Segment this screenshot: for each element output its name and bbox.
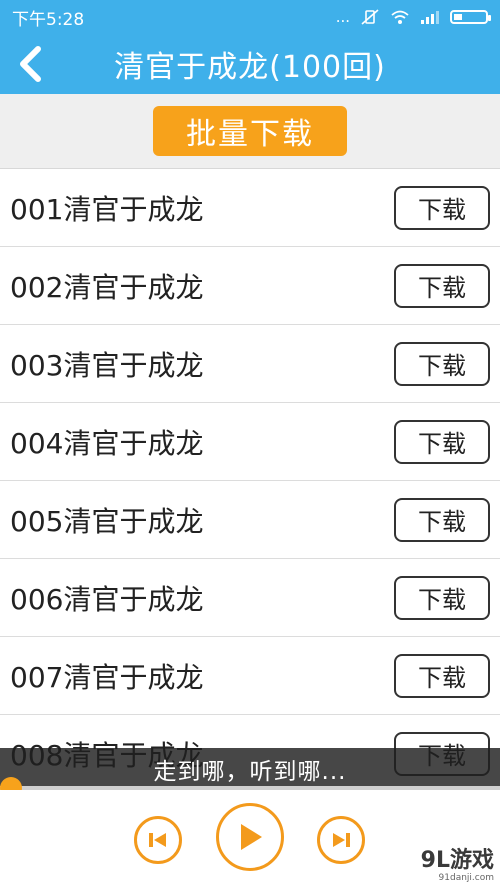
download-button[interactable]: 下载 bbox=[394, 653, 490, 698]
play-button[interactable] bbox=[216, 803, 284, 871]
play-icon bbox=[241, 824, 262, 850]
list-item[interactable]: 003清官于成龙 下载 bbox=[0, 325, 500, 403]
download-button[interactable]: 下载 bbox=[394, 341, 490, 386]
more-dots: ... bbox=[335, 8, 350, 26]
list-item[interactable]: 004清官于成龙 下载 bbox=[0, 403, 500, 481]
batch-download-bar: 批量下载 bbox=[0, 94, 500, 169]
next-button[interactable] bbox=[317, 816, 365, 864]
battery-icon bbox=[450, 10, 491, 24]
skip-next-icon bbox=[333, 833, 350, 847]
episode-list: 001清官于成龙 下载 002清官于成龙 下载 003清官于成龙 下载 004清… bbox=[0, 169, 500, 793]
page-title: 清官于成龙(100回) bbox=[114, 50, 386, 85]
back-button[interactable] bbox=[0, 34, 60, 94]
list-item[interactable]: 002清官于成龙 下载 bbox=[0, 247, 500, 325]
episode-title: 004清官于成龙 bbox=[10, 426, 204, 460]
download-button[interactable]: 下载 bbox=[394, 263, 490, 308]
status-bar: 下午5:28 ... bbox=[0, 0, 500, 34]
watermark-url: 91danji.com bbox=[438, 873, 494, 883]
download-button[interactable]: 下载 bbox=[394, 497, 490, 542]
episode-title: 001清官于成龙 bbox=[10, 192, 204, 226]
list-item[interactable]: 007清官于成龙 下载 bbox=[0, 637, 500, 715]
episode-title: 007清官于成龙 bbox=[10, 660, 204, 694]
list-item[interactable]: 005清官于成龙 下载 bbox=[0, 481, 500, 559]
caption-banner: 走到哪，听到哪... bbox=[0, 748, 500, 790]
vibrate-off-icon bbox=[361, 9, 379, 25]
watermark-logo: 9L游戏 91danji.com bbox=[421, 850, 494, 883]
previous-button[interactable] bbox=[134, 816, 182, 864]
download-button[interactable]: 下载 bbox=[394, 419, 490, 464]
status-icons: ... bbox=[335, 8, 491, 26]
batch-download-button[interactable]: 批量下载 bbox=[153, 106, 347, 156]
episode-title: 006清官于成龙 bbox=[10, 582, 204, 616]
wifi-icon bbox=[391, 10, 409, 24]
download-button[interactable]: 下载 bbox=[394, 185, 490, 230]
status-time: 下午5:28 bbox=[12, 9, 85, 30]
episode-title: 002清官于成龙 bbox=[10, 270, 204, 304]
chevron-left-icon bbox=[20, 46, 41, 82]
list-item[interactable]: 001清官于成龙 下载 bbox=[0, 169, 500, 247]
episode-title: 003清官于成龙 bbox=[10, 348, 204, 382]
episode-title: 005清官于成龙 bbox=[10, 504, 204, 538]
watermark-brand: 9L游戏 bbox=[420, 848, 494, 873]
battery-level bbox=[454, 14, 462, 20]
player-bar: 9L游戏 91danji.com bbox=[0, 790, 500, 889]
title-bar: 清官于成龙(100回) bbox=[0, 34, 500, 94]
signal-icon bbox=[421, 11, 439, 24]
list-item[interactable]: 006清官于成龙 下载 bbox=[0, 559, 500, 637]
skip-previous-icon bbox=[149, 833, 166, 847]
download-button[interactable]: 下载 bbox=[394, 575, 490, 620]
